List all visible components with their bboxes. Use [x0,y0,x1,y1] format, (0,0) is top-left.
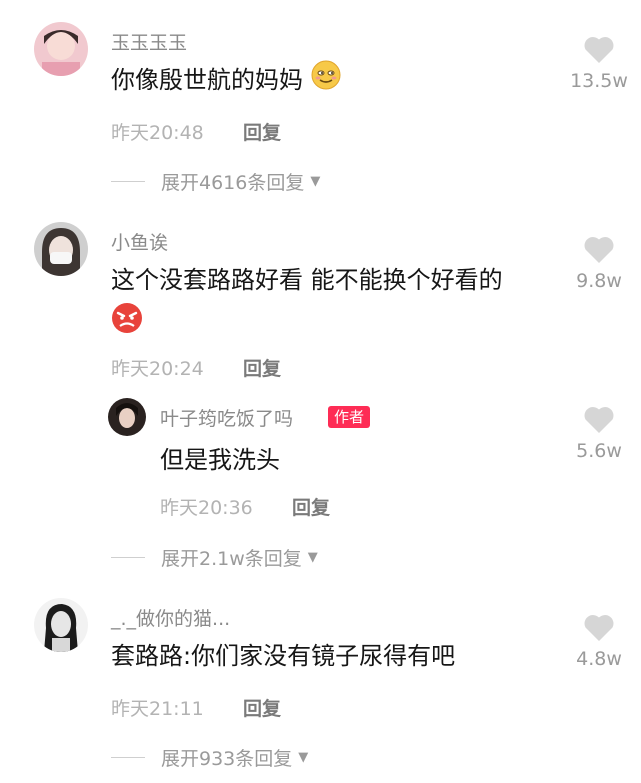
comment-username[interactable]: 小鱼诶 [111,228,168,255]
reply-button[interactable]: 回复 [243,694,281,721]
divider-line [111,557,145,558]
comment-time: 昨天20:48 [111,122,204,144]
avatar[interactable] [34,22,88,76]
like-button[interactable]: 13.5w [567,34,631,92]
comment-username[interactable]: 玉玉玉玉 [111,28,187,55]
heart-icon [584,237,614,263]
heart-icon [584,615,614,641]
caret-down-icon: ▼ [298,750,309,765]
comment-text: 你像殷世航的妈妈 [111,60,341,102]
like-count: 13.5w [570,70,628,92]
heart-icon [584,407,614,433]
reply-time: 昨天20:36 [160,497,253,519]
like-button[interactable]: 5.6w [567,404,631,462]
comment-text: 这个没套路路好看 能不能换个好看的 [111,266,503,294]
caret-down-icon: ▼ [307,550,318,565]
comment-time: 昨天20:24 [111,358,204,380]
expand-replies[interactable]: 展开4616条回复 ▼ [111,168,320,195]
expand-replies-label: 展开2.1w条回复 [161,548,302,570]
reply-button[interactable]: 回复 [243,354,281,381]
comment-username[interactable]: _._做你的猫... [111,604,230,631]
reply-button[interactable]: 回复 [243,118,281,145]
reply-button[interactable]: 回复 [292,493,330,520]
author-badge: 作者 [328,406,371,428]
expand-replies-label: 展开4616条回复 [161,172,305,194]
angry-emoji-icon [111,302,143,338]
divider-line [111,757,145,758]
comment-time: 昨天21:11 [111,698,204,720]
reply-username[interactable]: 叶子筠吃饭了吗 [160,404,293,431]
smirk-emoji-icon [311,60,341,102]
divider-line [111,181,145,182]
like-count: 5.6w [576,440,622,462]
heart-icon [584,37,614,63]
expand-replies-label: 展开933条回复 [161,748,293,770]
like-count: 4.8w [576,648,622,670]
like-count: 9.8w [576,270,622,292]
like-button[interactable]: 4.8w [567,612,631,670]
expand-replies[interactable]: 展开2.1w条回复 ▼ [111,544,318,571]
caret-down-icon: ▼ [310,174,321,189]
expand-replies[interactable]: 展开933条回复 ▼ [111,744,308,771]
like-button[interactable]: 9.8w [567,234,631,292]
avatar[interactable] [34,598,88,652]
avatar[interactable] [108,398,146,436]
comment-text: 套路路:你们家没有镜子尿得有吧 [111,642,456,670]
avatar[interactable] [34,222,88,276]
reply-text: 但是我洗头 [160,446,280,474]
